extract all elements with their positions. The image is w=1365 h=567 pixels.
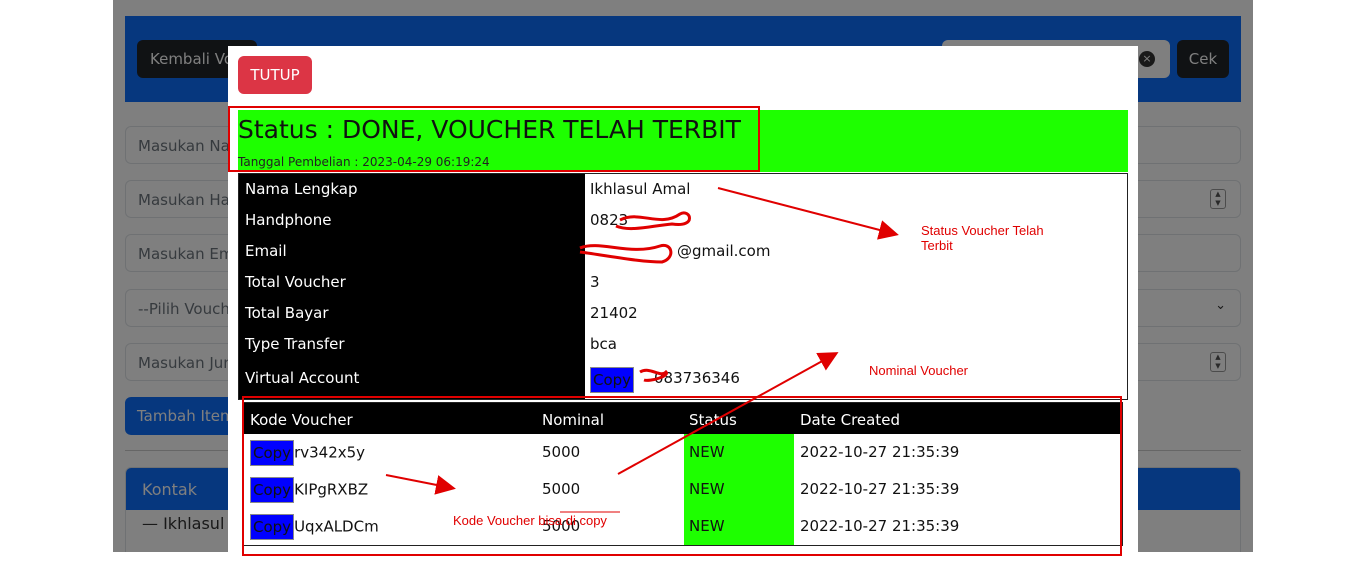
nominal-annotation: Nominal Voucher — [869, 363, 968, 378]
redaction-scribble — [615, 211, 691, 231]
status-arrow — [717, 187, 899, 240]
status-annotation-line1: Status Voucher Telah — [921, 223, 1044, 238]
copy-arrow — [385, 474, 456, 495]
status-annotation-line2: Terbit — [921, 238, 953, 253]
redaction-scribble — [579, 243, 673, 264]
redaction-scribble — [639, 368, 668, 382]
copy-annotation: Kode Voucher bisa di copy — [453, 513, 607, 528]
annotation-arrows — [385, 187, 899, 513]
